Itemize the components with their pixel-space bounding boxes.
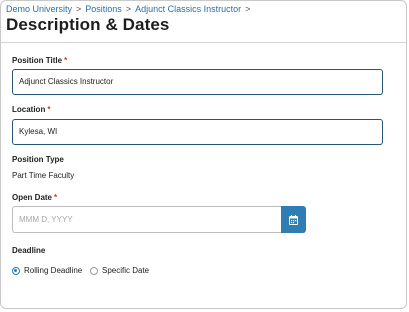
breadcrumb-separator: > [125, 4, 132, 14]
breadcrumb-link-university[interactable]: Demo University [6, 4, 72, 14]
location-label-text: Location [12, 105, 46, 114]
position-type-value: Part Time Faculty [12, 171, 75, 180]
breadcrumb: Demo University > Positions > Adjunct Classi… [6, 4, 254, 15]
position-title-label: Position Title * [12, 56, 67, 66]
required-marker: * [47, 105, 51, 114]
specific-date-label[interactable]: Specific Date [102, 266, 149, 276]
open-date-label-text: Open Date [12, 193, 53, 202]
page-title: Description & Dates [6, 15, 170, 34]
open-date-calendar-button[interactable] [281, 206, 306, 233]
position-title-input[interactable]: Adjunct Classics Instructor [12, 69, 383, 95]
position-type-label: Position Type [12, 155, 64, 164]
page-header: Demo University > Positions > Adjunct Classi… [1, 1, 406, 43]
required-marker: * [54, 193, 58, 202]
breadcrumb-link-position[interactable]: Adjunct Classics Instructor [135, 4, 241, 14]
rolling-deadline-radio[interactable] [12, 267, 20, 275]
rolling-deadline-label[interactable]: Rolling Deadline [24, 266, 82, 276]
calendar-icon [289, 214, 298, 225]
breadcrumb-link-positions[interactable]: Positions [85, 4, 122, 14]
specific-date-radio[interactable] [90, 267, 98, 275]
deadline-label: Deadline [12, 246, 46, 255]
location-input[interactable]: Kylesa, WI [12, 119, 383, 145]
open-date-input[interactable]: MMM D, YYYY [12, 206, 281, 233]
open-date-label: Open Date * [12, 193, 57, 203]
position-title-label-text: Position Title [12, 56, 63, 65]
required-marker: * [64, 56, 68, 65]
location-label: Location * [12, 105, 50, 115]
breadcrumb-separator: > [76, 4, 82, 14]
breadcrumb-separator: > [245, 4, 251, 14]
form-card: Demo University > Positions > Adjunct Classi… [0, 0, 407, 309]
